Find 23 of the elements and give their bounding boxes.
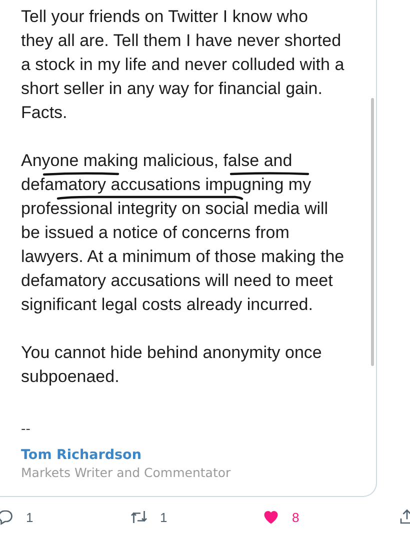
email-text-line: be issued a notice of concerns from: [21, 224, 290, 242]
email-text-line: defamatory accusations will need to meet: [21, 272, 333, 290]
email-text-line: lawyers. At a minimum of those making the: [21, 248, 344, 266]
email-text-line: subpoenaed.: [21, 368, 120, 386]
signature-separator: --: [21, 422, 30, 438]
signature-title: Markets Writer and Commentator: [21, 464, 231, 482]
email-text-line: they all are. Tell them I have never shorted: [21, 32, 342, 50]
email-text-line: significant legal costs already incurred.: [21, 296, 313, 314]
email-text-line: Facts.: [21, 104, 68, 122]
email-text-line: professional integrity on social media will: [21, 200, 328, 218]
email-text-line: Tell your friends on Twitter I know who: [21, 8, 308, 26]
email-text-line: short seller in any way for financial gain.: [21, 80, 322, 98]
email-text-line: a stock in my life and never colluded with a: [21, 56, 344, 74]
retweet-icon: [130, 508, 148, 526]
email-text-line: You cannot hide behind anonymity once: [21, 344, 322, 362]
email-text-line: defamatory accusations impugning my: [21, 176, 312, 194]
retweet-button[interactable]: 1: [130, 508, 168, 526]
like-button[interactable]: 8: [262, 508, 300, 526]
signature-name: Tom Richardson: [21, 446, 142, 464]
scrollbar[interactable]: [371, 98, 374, 366]
reply-icon: [0, 508, 14, 526]
email-text-line: Anyone making malicious, false and: [21, 152, 292, 170]
reply-button[interactable]: 1: [0, 508, 34, 526]
